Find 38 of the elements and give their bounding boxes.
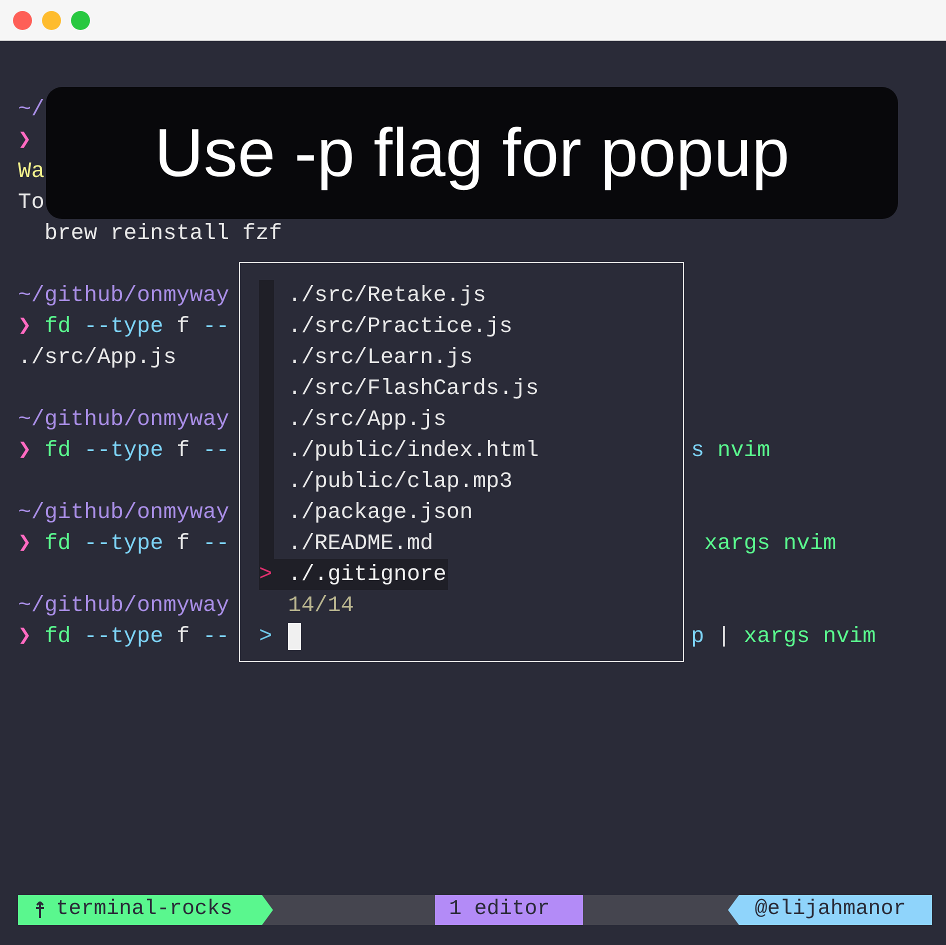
result-item[interactable]: > ./.gitignore	[259, 559, 448, 590]
terminal-line: ❯ fd --type f --	[18, 530, 230, 558]
terminal-line: ~/github/onmyway	[18, 282, 230, 310]
result-item[interactable]: ./public/index.html	[288, 435, 539, 466]
result-item[interactable]: ./src/Retake.js	[288, 280, 486, 311]
terminal-line: ❯ fd --type f --	[18, 313, 230, 341]
window-close-button[interactable]	[13, 10, 32, 30]
prompt-symbol: >	[259, 623, 274, 651]
result-item[interactable]: ./src/Practice.js	[288, 311, 512, 342]
window-minimize-button[interactable]	[42, 10, 61, 30]
terminal-line: ~/github/onmyway	[18, 592, 230, 620]
query-input-cursor[interactable]	[288, 623, 301, 650]
video-caption: Use -p flag for popup	[46, 87, 898, 219]
match-count: 14/14	[288, 592, 354, 620]
window-segment[interactable]: 1 editor	[435, 895, 583, 925]
terminal-line: ~/github/onmyway	[18, 499, 230, 527]
terminal-line: p | xargs nvim	[691, 623, 876, 651]
result-item[interactable]: ./src/FlashCards.js	[288, 373, 539, 404]
terminal-line: ❯ fd --type f --	[18, 437, 230, 465]
result-item[interactable]: ./README.md	[288, 528, 434, 559]
terminal-line: ~/	[18, 96, 44, 124]
result-item[interactable]: ./src/App.js	[288, 404, 446, 435]
result-item[interactable]: ./public/clap.mp3	[288, 466, 512, 497]
terminal-line: xargs nvim	[703, 530, 836, 558]
terminal-line: ~/github/onmyway	[18, 406, 230, 434]
terminal-line: To	[18, 189, 44, 217]
terminal-line: ❯ fd --type f --	[18, 623, 230, 651]
terminal-line: s nvim	[691, 437, 770, 465]
cross-icon	[34, 901, 46, 919]
terminal-line: ./src/App.js	[18, 344, 176, 372]
session-name: terminal-rocks	[56, 897, 232, 924]
terminal-line: Wa	[18, 158, 44, 186]
window-maximize-button[interactable]	[71, 10, 90, 30]
arrow-separator-icon	[728, 895, 739, 925]
result-item[interactable]: ./package.json	[288, 497, 473, 528]
result-item[interactable]: ./src/Learn.js	[288, 342, 473, 373]
terminal-line: brew reinstall fzf	[43, 220, 282, 248]
terminal-line: ❯	[18, 127, 32, 155]
